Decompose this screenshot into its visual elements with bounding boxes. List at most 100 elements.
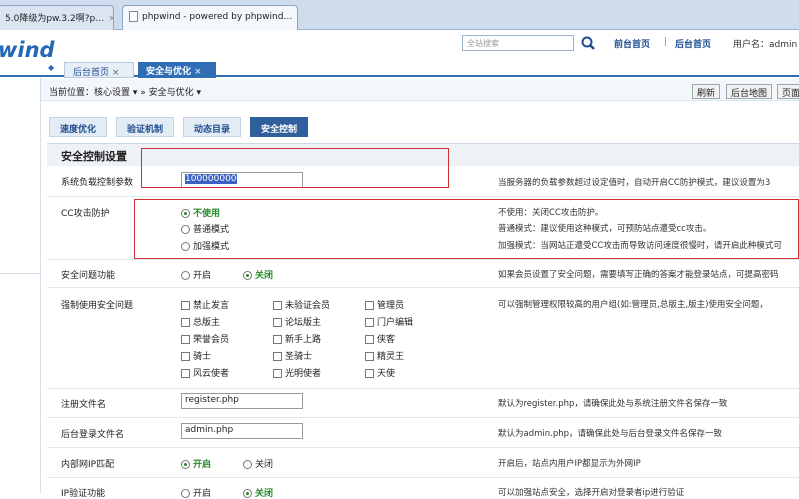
browser-tab-1[interactable]: 5.0降级为pw.3.2啊?p…×: [0, 5, 114, 30]
close-icon[interactable]: ×: [112, 68, 120, 78]
admin-tab-home-label: 后台首页: [73, 68, 110, 78]
refresh-button[interactable]: 刷新: [692, 84, 721, 99]
search-input[interactable]: 全站搜索: [462, 35, 574, 51]
user-name: 用户名：admin: [733, 40, 798, 50]
admin-tab-home[interactable]: 后台首页 ×: [64, 62, 134, 78]
checkbox-icon: [273, 369, 282, 378]
tab-security[interactable]: 安全控制: [250, 117, 309, 137]
group-checkbox[interactable]: 圣骑士: [273, 349, 312, 362]
group-checkbox-label: 风云使者: [193, 369, 230, 379]
close-icon[interactable]: ×: [194, 67, 202, 77]
checkbox-icon: [273, 352, 282, 361]
sidebar-divider: [0, 273, 40, 274]
group-checkbox-label: 荣誉会员: [193, 335, 230, 345]
checkbox-icon: [181, 352, 190, 361]
question-on-label: 开启: [193, 271, 212, 281]
page-icon: [129, 11, 138, 22]
checkbox-icon: [181, 335, 190, 344]
admin-login-desc: 默认为admin.php，请确保此处与后台登录文件名保存一致: [498, 429, 723, 439]
browser-tab-2[interactable]: phpwind - powered by phpwind…×: [122, 5, 298, 31]
question-off[interactable]: 关闭: [243, 268, 273, 281]
intranet-off[interactable]: 关闭: [243, 457, 273, 470]
row-divider: [47, 196, 799, 197]
group-checkbox[interactable]: 门户编辑: [365, 315, 413, 328]
register-desc: 默认为register.php，请确保此处与系统注册文件名保存一致: [498, 399, 728, 409]
checkbox-icon: [273, 335, 282, 344]
checkbox-icon: [181, 318, 190, 327]
load-desc: 当服务器的负载参数超过设定值时，自动开启CC防护模式，建议设置为3: [498, 178, 771, 188]
browser-tab-2-label: phpwind - powered by phpwind…: [142, 12, 293, 22]
intranet-on-label: 开启: [193, 460, 212, 470]
group-checkbox[interactable]: 荣誉会员: [181, 332, 229, 345]
breadcrumb[interactable]: 当前位置：核心设置 ▾ » 安全与优化 ▾: [49, 85, 201, 98]
radio-icon: [181, 460, 190, 469]
group-checkbox-label: 管理员: [377, 301, 405, 311]
group-checkbox-label: 门户编辑: [377, 318, 414, 328]
sidebar-divider: [40, 78, 41, 493]
group-checkbox-label: 侠客: [377, 335, 396, 345]
question-desc: 如果会员设置了安全问题，需要填写正确的答案才能登录站点，可提高密码: [498, 270, 779, 280]
group-checkbox[interactable]: 侠客: [365, 332, 395, 345]
sitemap-button[interactable]: 后台地图: [726, 84, 773, 99]
annotation-box: [141, 148, 449, 188]
load-label: 系统负载控制参数: [61, 178, 134, 188]
search-icon[interactable]: [580, 35, 598, 51]
tab-verify[interactable]: 验证机制: [116, 117, 175, 137]
checkbox-icon: [181, 301, 190, 310]
group-checkbox[interactable]: 未验证会员: [273, 298, 330, 311]
row-divider: [47, 259, 799, 260]
radio-icon: [243, 489, 252, 498]
close-icon[interactable]: ×: [108, 14, 113, 24]
group-checkbox[interactable]: 风云使者: [181, 366, 229, 379]
checkbox-icon: [365, 301, 374, 310]
row-divider: [47, 388, 799, 389]
close-icon[interactable]: ×: [296, 12, 297, 22]
group-checkbox-label: 论坛版主: [285, 318, 322, 328]
group-checkbox[interactable]: 天使: [365, 366, 395, 379]
checkbox-icon: [273, 318, 282, 327]
group-checkbox-label: 未验证会员: [285, 301, 331, 311]
group-checkbox[interactable]: 精灵王: [365, 349, 404, 362]
page-button[interactable]: 页面: [777, 84, 799, 99]
register-input[interactable]: register.php: [181, 393, 303, 409]
group-checkbox-label: 总版主: [193, 318, 221, 328]
front-home-link[interactable]: 前台首页: [614, 37, 650, 50]
checkbox-icon: [365, 318, 374, 327]
group-checkbox[interactable]: 论坛版主: [273, 315, 321, 328]
separator: |: [664, 37, 668, 47]
radio-icon: [243, 271, 252, 280]
question-label: 安全问题功能: [61, 271, 116, 281]
intranet-label: 内部网IP匹配: [61, 460, 115, 470]
radio-icon: [181, 271, 190, 280]
group-checkbox-label: 光明使者: [285, 369, 322, 379]
admin-login-input[interactable]: admin.php: [181, 423, 303, 439]
intranet-off-label: 关闭: [255, 460, 274, 470]
annotation-box: [134, 199, 799, 259]
ipverify-off-label: 关闭: [255, 489, 274, 499]
question-on[interactable]: 开启: [181, 268, 211, 281]
tab-speed[interactable]: 速度优化: [49, 117, 108, 137]
group-checkbox[interactable]: 骑士: [181, 349, 211, 362]
intranet-on[interactable]: 开启: [181, 457, 211, 470]
row-divider: [47, 287, 799, 288]
group-checkbox-label: 禁止发言: [193, 301, 230, 311]
group-checkbox[interactable]: 管理员: [365, 298, 404, 311]
radio-icon: [181, 489, 190, 498]
admin-home-link[interactable]: 后台首页: [675, 37, 711, 50]
admin-tab-security[interactable]: 安全与优化 ×: [138, 62, 216, 78]
group-checkbox[interactable]: 新手上路: [273, 332, 321, 345]
browser-tab-1-label: 5.0降级为pw.3.2啊?p…: [5, 14, 105, 24]
group-checkbox[interactable]: 禁止发言: [181, 298, 229, 311]
register-label: 注册文件名: [61, 400, 107, 410]
group-checkbox-label: 新手上路: [285, 335, 322, 345]
group-checkbox-label: 圣骑士: [285, 352, 313, 362]
checkbox-icon: [365, 369, 374, 378]
diamond-icon: ◆: [48, 63, 55, 72]
group-checkbox-label: 精灵王: [377, 352, 405, 362]
tab-dynamic[interactable]: 动态目录: [183, 117, 242, 137]
force-desc: 可以强制管理权限较高的用户组(如:管理员,总版主,版主)使用安全问题，: [498, 300, 768, 310]
admin-tab-security-label: 安全与优化: [146, 67, 192, 77]
group-checkbox[interactable]: 光明使者: [273, 366, 321, 379]
group-checkbox[interactable]: 总版主: [181, 315, 220, 328]
ipverify-on-label: 开启: [193, 489, 212, 499]
